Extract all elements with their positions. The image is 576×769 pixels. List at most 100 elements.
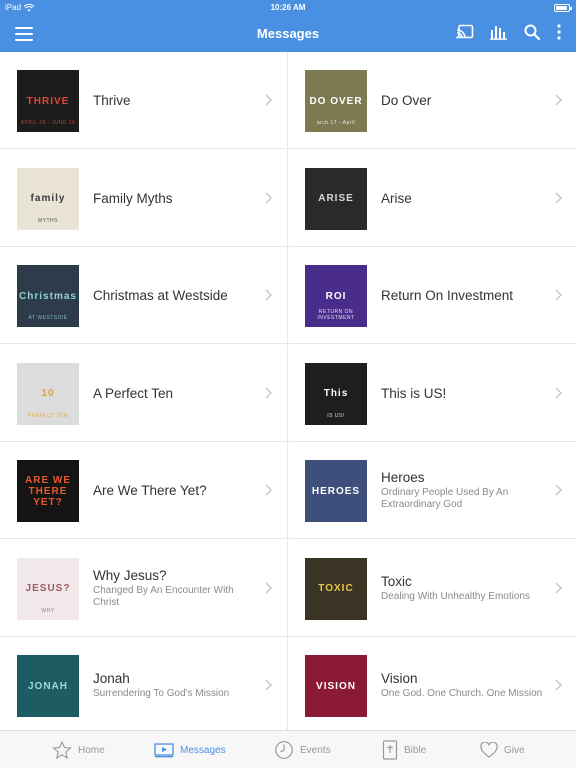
thumbnail-logo-text: THRIVE	[26, 95, 70, 107]
clock-icon	[275, 741, 293, 759]
status-bar: iPad 10:26 AM	[0, 0, 576, 16]
thumbnail-caption: AT WESTSIDE	[28, 315, 68, 321]
message-subtitle: Surrendering To God's Mission	[93, 688, 230, 699]
chevron-right-icon	[555, 289, 562, 301]
messages-grid: THRIVE APRIL 28 - JUNE 16 Thrive DO OVER arc…	[0, 52, 576, 730]
thumbnail-caption: IS US!	[327, 412, 345, 419]
thumbnail-caption: PERFECT TEN	[27, 412, 69, 419]
message-item[interactable]: DO OVER arch 17 - April Do Over	[289, 52, 576, 149]
message-thumbnail: JESUS? WHY	[17, 557, 79, 620]
message-title: Why Jesus?	[93, 567, 167, 583]
tab-bar: Home Messages Events Bible Give	[0, 730, 576, 768]
message-thumbnail: VISION	[305, 655, 367, 717]
thumbnail-logo-text: ROI	[325, 290, 347, 302]
message-subtitle: Ordinary People Used By An Extraordinary…	[381, 487, 509, 510]
chevron-right-icon	[265, 289, 272, 301]
message-subtitle: Changed By An Encounter With Christ	[93, 584, 234, 608]
message-title: Thrive	[93, 93, 131, 108]
message-thumbnail: family MYTHS	[17, 167, 79, 230]
chevron-right-icon	[265, 192, 272, 203]
thumbnail-logo-text: 10	[41, 388, 55, 399]
message-title: Christmas at Westside	[93, 288, 228, 303]
message-title: Are We There Yet?	[93, 483, 207, 498]
message-item[interactable]: family MYTHS Family Myths	[0, 149, 288, 247]
chevron-right-icon	[555, 387, 562, 398]
message-item[interactable]: 10 PERFECT TEN A Perfect Ten	[0, 344, 288, 442]
more-vertical-icon[interactable]	[556, 24, 562, 40]
message-title: This is US!	[381, 385, 447, 401]
battery-icon	[554, 4, 572, 12]
message-title: Vision	[381, 671, 418, 686]
chevron-right-icon	[555, 679, 562, 691]
tab-label-give: Give	[504, 744, 525, 756]
tab-bible[interactable]: Bible	[382, 731, 426, 769]
message-item[interactable]: TOXIC Toxic Dealing With Unhealthy Emotion…	[289, 540, 576, 637]
chevron-right-icon	[555, 94, 562, 106]
message-title: Return On Investment	[381, 288, 514, 303]
message-title: Toxic	[381, 573, 412, 589]
tab-label-bible: Bible	[404, 744, 427, 756]
message-thumbnail: ARE WE THERE YET?	[17, 460, 79, 522]
thumbnail-logo-text: ARE WE THERE YET?	[25, 474, 71, 508]
message-item[interactable]: This IS US! This is US!	[289, 345, 576, 442]
audio-bars-icon[interactable]	[490, 24, 508, 40]
message-thumbnail: ROI RETURN ON INVESTMENT	[305, 265, 367, 327]
message-item[interactable]: ARISE Arise	[289, 150, 576, 247]
thumbnail-caption: RETURN ON INVESTMENT	[317, 309, 355, 321]
heart-icon	[480, 742, 498, 758]
play-video-icon	[154, 743, 174, 758]
chevron-right-icon	[265, 582, 272, 593]
thumbnail-logo-text: JONAH	[27, 680, 68, 692]
bible-icon	[382, 740, 398, 760]
message-item[interactable]: VISION Vision One God. One Church. One Mis…	[289, 637, 576, 730]
message-title: Arise	[381, 190, 412, 206]
message-item[interactable]: JONAH Jonah Surrendering To God's Mission	[0, 637, 288, 730]
message-title: A Perfect Ten	[93, 385, 174, 401]
message-title: Family Myths	[93, 190, 173, 206]
thumbnail-logo-text: JESUS?	[25, 583, 71, 594]
message-thumbnail: ARISE	[305, 167, 367, 230]
message-thumbnail: DO OVER arch 17 - April	[305, 70, 367, 132]
message-item[interactable]: ARE WE THERE YET? Are We There Yet?	[0, 442, 288, 539]
thumbnail-logo-text: ARISE	[318, 193, 354, 204]
message-item[interactable]: ROI RETURN ON INVESTMENT Return On Investm…	[289, 247, 576, 344]
thumbnail-logo-text: family	[30, 193, 66, 204]
thumbnail-caption: MYTHS	[38, 217, 58, 224]
message-item[interactable]: THRIVE APRIL 28 - JUNE 16 Thrive	[0, 52, 288, 149]
message-item[interactable]: Christmas AT WESTSIDE Christmas at Westsid…	[0, 247, 288, 344]
chevron-right-icon	[555, 582, 562, 593]
tab-label-events: Events	[300, 744, 331, 756]
thumbnail-logo-text: Christmas	[19, 290, 77, 302]
thumbnail-logo-text: TOXIC	[318, 583, 354, 594]
tab-messages[interactable]: Messages	[154, 731, 226, 769]
thumbnail-logo-text: VISION	[316, 680, 356, 692]
chevron-right-icon	[265, 387, 272, 398]
chevron-right-icon	[555, 192, 562, 203]
search-icon[interactable]	[524, 24, 540, 40]
tab-events[interactable]: Events	[274, 731, 331, 769]
chevron-right-icon	[265, 484, 272, 496]
message-item[interactable]: JESUS? WHY Why Jesus? Changed By An Encount…	[0, 539, 288, 637]
navigation-bar: Messages	[0, 16, 576, 52]
cast-icon[interactable]	[456, 24, 474, 40]
thumbnail-caption: WHY	[41, 607, 55, 614]
tab-label-home: Home	[78, 744, 105, 756]
chevron-right-icon	[265, 94, 272, 106]
tab-give[interactable]: Give	[480, 731, 525, 769]
message-subtitle: Dealing With Unhealthy Emotions	[381, 590, 530, 602]
message-item[interactable]: HEROES Heroes Ordinary People Used By An E…	[289, 442, 576, 539]
thumbnail-logo-text: HEROES	[311, 485, 361, 497]
message-thumbnail: Christmas AT WESTSIDE	[17, 265, 79, 327]
chevron-right-icon	[555, 484, 562, 496]
thumbnail-caption: APRIL 28 - JUNE 16	[20, 120, 76, 126]
message-thumbnail: 10 PERFECT TEN	[17, 362, 79, 425]
message-thumbnail: JONAH	[17, 655, 79, 717]
thumbnail-caption: arch 17 - April	[316, 120, 356, 126]
status-time: 10:26 AM	[270, 3, 306, 12]
tab-label-messages: Messages	[180, 744, 226, 756]
chevron-right-icon	[265, 679, 272, 691]
message-thumbnail: This IS US!	[305, 362, 367, 425]
message-thumbnail: THRIVE APRIL 28 - JUNE 16	[17, 70, 79, 132]
tab-home[interactable]: Home	[52, 731, 105, 769]
message-title: Do Over	[381, 93, 432, 108]
